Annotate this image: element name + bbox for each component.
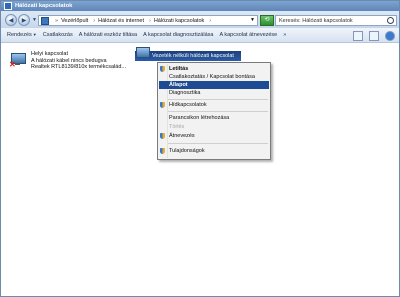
back-arrow-icon: ◀ [8, 17, 14, 24]
change-view-icon[interactable] [353, 31, 363, 41]
menu-item-label: Állapot [169, 82, 188, 88]
chevron-down-icon: ▼ [32, 32, 37, 37]
breadcrumb-control-panel[interactable]: Vezérlőpult [61, 18, 88, 24]
network-connections-icon [4, 2, 12, 10]
search-placeholder: Keresés: Hálózati kapcsolatok [279, 17, 353, 24]
rename-connection-button[interactable]: A kapcsolat átnevezése [219, 32, 277, 38]
command-bar: Rendezés▼ Csatlakozás A hálózati eszköz … [1, 28, 399, 43]
title-bar[interactable]: Hálózati kapcsolatok [1, 1, 399, 11]
refresh-button[interactable]: ⟲ [260, 15, 274, 26]
connection-item-wireless[interactable]: Vezeték nélküli hálózati kapcsolat [135, 47, 241, 61]
menu-item-label: Átnevezés [169, 133, 195, 139]
breadcrumb-network-internet[interactable]: Hálózat és internet [98, 18, 144, 24]
uac-shield-icon [160, 102, 165, 108]
menu-item-label: Parancsikon létrehozása [169, 115, 230, 121]
menu-item-label: Diagnosztika [169, 90, 201, 96]
menu-item-label: Törlés [169, 124, 185, 130]
wireless-network-icon [136, 47, 150, 61]
menu-item-label: Tulajdonságok [169, 148, 205, 154]
menu-item-properties[interactable]: Tulajdonságok [158, 147, 270, 155]
control-panel-icon [41, 16, 49, 25]
address-dropdown-icon[interactable]: ▼ [250, 17, 255, 23]
breadcrumb-separator-icon[interactable]: › [149, 18, 151, 24]
window-title: Hálózati kapcsolatok [15, 3, 73, 9]
menu-separator [168, 111, 268, 112]
menu-item-bridge[interactable]: Hídkapcsolatok [158, 101, 270, 109]
menu-item-connect-disconnect[interactable]: Csatlakoztatás / Kapcsolat bontása [158, 73, 270, 81]
preview-pane-icon[interactable] [369, 31, 379, 41]
menu-item-disable[interactable]: Letiltás [158, 65, 270, 73]
back-button[interactable]: ◀ [5, 14, 17, 26]
recent-pages-dropdown-icon[interactable]: ▼ [32, 17, 37, 23]
menu-item-diagnose[interactable]: Diagnosztika [158, 89, 270, 97]
organize-button[interactable]: Rendezés▼ [7, 32, 37, 38]
context-menu: Letiltás Csatlakoztatás / Kapcsolat bont… [157, 62, 271, 160]
menu-item-delete: Törlés [158, 123, 270, 131]
breadcrumb-network-connections[interactable]: Hálózati kapcsolatok [154, 18, 204, 24]
more-commands-button[interactable]: » [283, 32, 286, 38]
menu-item-create-shortcut[interactable]: Parancsikon létrehozása [158, 114, 270, 122]
breadcrumb-separator-icon[interactable]: › [93, 18, 95, 24]
disable-device-button[interactable]: A hálózati eszköz tiltása [79, 32, 137, 38]
uac-shield-icon [160, 133, 165, 139]
connections-list: ✕ Helyi kapcsolat A hálózati kábel nincs… [1, 43, 399, 296]
menu-item-rename[interactable]: Átnevezés [158, 132, 270, 140]
help-icon[interactable] [385, 31, 395, 41]
search-icon[interactable] [387, 17, 394, 24]
uac-shield-icon [160, 148, 165, 154]
organize-label: Rendezés [7, 32, 32, 38]
address-bar-area: ◀ ▶ ▼ » Vezérlőpult › Hálózat és interne… [1, 11, 399, 29]
forward-arrow-icon: ▶ [21, 17, 27, 24]
menu-item-label: Csatlakoztatás / Kapcsolat bontása [169, 74, 255, 80]
menu-item-label: Letiltás [169, 66, 189, 72]
address-field[interactable]: » Vezérlőpult › Hálózat és internet › Há… [38, 15, 258, 26]
connection-item-local[interactable]: ✕ Helyi kapcsolat A hálózati kábel nincs… [9, 51, 126, 71]
view-controls [353, 31, 395, 41]
menu-item-status[interactable]: Állapot [159, 81, 269, 89]
explorer-window: Hálózati kapcsolatok ◀ ▶ ▼ » Vezérlőpult… [0, 0, 400, 297]
connect-button[interactable]: Csatlakozás [43, 32, 73, 38]
uac-shield-icon [160, 66, 165, 72]
breadcrumb-separator-icon[interactable]: » [55, 18, 58, 24]
disconnected-x-icon: ✕ [9, 60, 16, 69]
connection-name: Vezeték nélküli hálózati kapcsolat [152, 53, 234, 59]
forward-button[interactable]: ▶ [18, 14, 30, 26]
wired-network-icon: ✕ [9, 51, 27, 69]
menu-separator [168, 99, 268, 100]
connection-device: Realtek RTL8139/810x termékcsalád... [31, 64, 126, 70]
diagnose-connection-button[interactable]: A kapcsolat diagnosztizálása [143, 32, 213, 38]
menu-separator [168, 143, 268, 144]
menu-item-label: Hídkapcsolatok [169, 102, 207, 108]
search-input[interactable]: Keresés: Hálózati kapcsolatok [275, 15, 397, 26]
breadcrumb-separator-icon[interactable]: › [209, 18, 211, 24]
refresh-icon: ⟲ [264, 17, 270, 23]
